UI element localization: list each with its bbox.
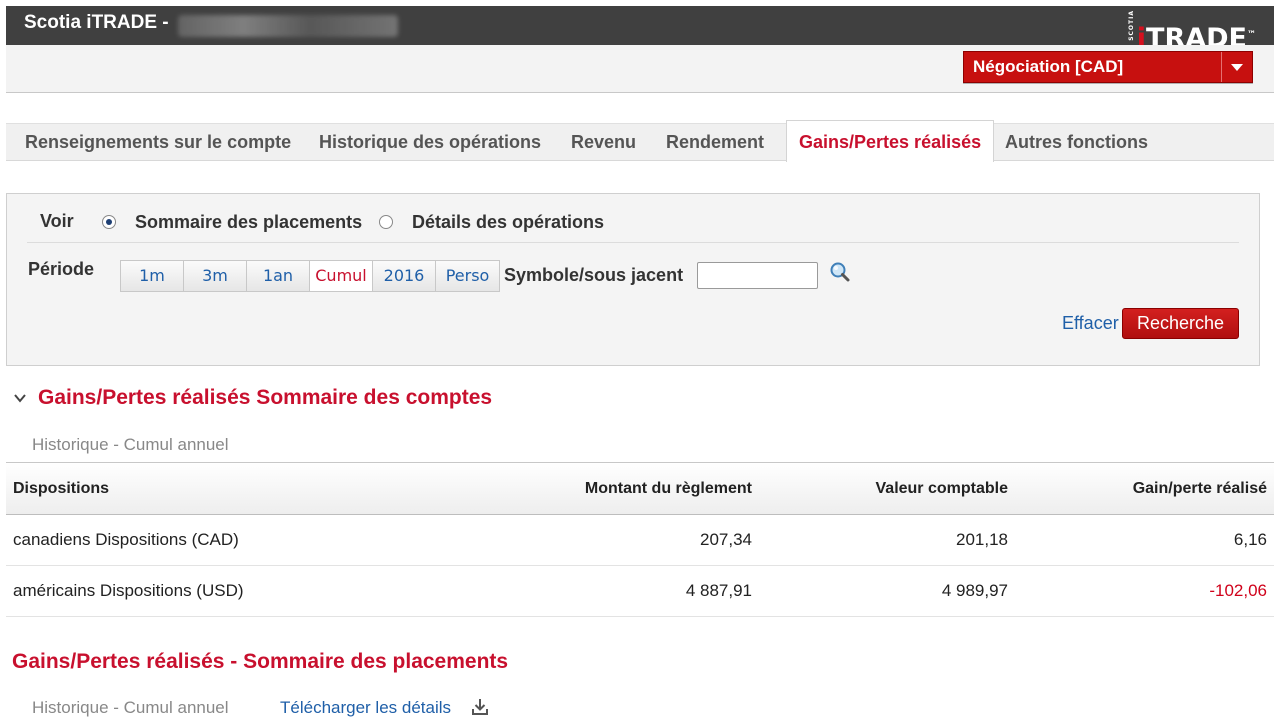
column-header-gain: Gain/perte réalisé bbox=[1132, 480, 1267, 497]
period-label: Période bbox=[28, 259, 95, 279]
clear-link[interactable]: Effacer bbox=[1062, 313, 1119, 334]
tab-performance[interactable]: Rendement bbox=[666, 124, 764, 161]
row-label: américains Dispositions (USD) bbox=[13, 581, 244, 600]
search-button[interactable]: Recherche bbox=[1122, 308, 1239, 339]
row-gain: 6,16 bbox=[1233, 530, 1267, 549]
row-valeur: 4 989,97 bbox=[941, 581, 1008, 600]
row-valeur: 201,18 bbox=[956, 530, 1008, 549]
column-header-valeur: Valeur comptable bbox=[875, 480, 1009, 497]
period-selector: 1m 3m 1an Cumul 2016 Perso bbox=[120, 260, 500, 292]
row-gain: -102,06 bbox=[1209, 581, 1267, 600]
tab-other-functions[interactable]: Autres fonctions bbox=[1005, 124, 1148, 161]
symbol-label: Symbole/sous jacent bbox=[504, 265, 684, 285]
period-3m-button[interactable]: 3m bbox=[184, 261, 247, 291]
tab-income[interactable]: Revenu bbox=[571, 124, 636, 161]
tab-transaction-history[interactable]: Historique des opérations bbox=[319, 124, 541, 161]
column-header-montant: Montant du règlement bbox=[584, 480, 752, 497]
row-montant: 207,34 bbox=[700, 530, 752, 549]
column-header-dispositions: Dispositions bbox=[13, 480, 110, 497]
table-row: américains Dispositions (USD) 4 887,91 4… bbox=[6, 566, 1274, 617]
accounts-summary-subtitle: Historique - Cumul annuel bbox=[32, 435, 229, 454]
period-perso-button[interactable]: Perso bbox=[436, 261, 499, 291]
tab-account-info[interactable]: Renseignements sur le compte bbox=[25, 124, 291, 161]
radio-summary-label[interactable]: Sommaire des placements bbox=[135, 212, 362, 233]
accounts-summary-title: Gains/Pertes réalisés Sommaire des compt… bbox=[38, 386, 493, 409]
placements-summary-subtitle: Historique - Cumul annuel bbox=[32, 698, 229, 717]
account-number-redacted bbox=[178, 15, 398, 37]
view-label: Voir bbox=[40, 211, 74, 231]
period-2016-button[interactable]: 2016 bbox=[373, 261, 436, 291]
radio-details-label[interactable]: Détails des opérations bbox=[412, 212, 604, 233]
filter-panel: Voir Sommaire des placements Détails des… bbox=[6, 193, 1260, 366]
account-bar: Négociation [CAD] bbox=[6, 45, 1274, 93]
tab-realized-gains[interactable]: Gains/Pertes réalisés bbox=[786, 120, 995, 162]
account-tabs: Renseignements sur le compte Historique … bbox=[6, 120, 1274, 162]
table-header: Dispositions Montant du règlement Valeur… bbox=[6, 463, 1274, 515]
row-label: canadiens Dispositions (CAD) bbox=[13, 530, 239, 549]
period-1an-button[interactable]: 1an bbox=[247, 261, 310, 291]
table-row: canadiens Dispositions (CAD) 207,34 201,… bbox=[6, 515, 1274, 566]
divider bbox=[27, 242, 1239, 243]
download-details-link[interactable]: Télécharger les détails bbox=[280, 698, 451, 718]
chevron-down-icon[interactable] bbox=[1221, 52, 1252, 82]
radio-summary[interactable] bbox=[102, 215, 116, 229]
account-selector-label: Négociation [CAD] bbox=[973, 57, 1124, 76]
search-icon[interactable] bbox=[829, 261, 851, 283]
app-title: Scotia iTRADE - bbox=[24, 12, 169, 33]
period-cumul-button[interactable]: Cumul bbox=[310, 261, 373, 291]
period-1m-button[interactable]: 1m bbox=[121, 261, 184, 291]
chevron-down-icon[interactable] bbox=[13, 391, 27, 405]
placements-summary-title: Gains/Pertes réalisés - Sommaire des pla… bbox=[12, 650, 509, 673]
radio-details[interactable] bbox=[379, 215, 393, 229]
symbol-input[interactable] bbox=[697, 262, 818, 289]
top-bar: Scotia iTRADE - SCOTIAiTRADE™ bbox=[6, 6, 1274, 54]
account-selector[interactable]: Négociation [CAD] bbox=[963, 51, 1253, 83]
download-icon[interactable] bbox=[470, 697, 490, 717]
row-montant: 4 887,91 bbox=[685, 581, 752, 600]
